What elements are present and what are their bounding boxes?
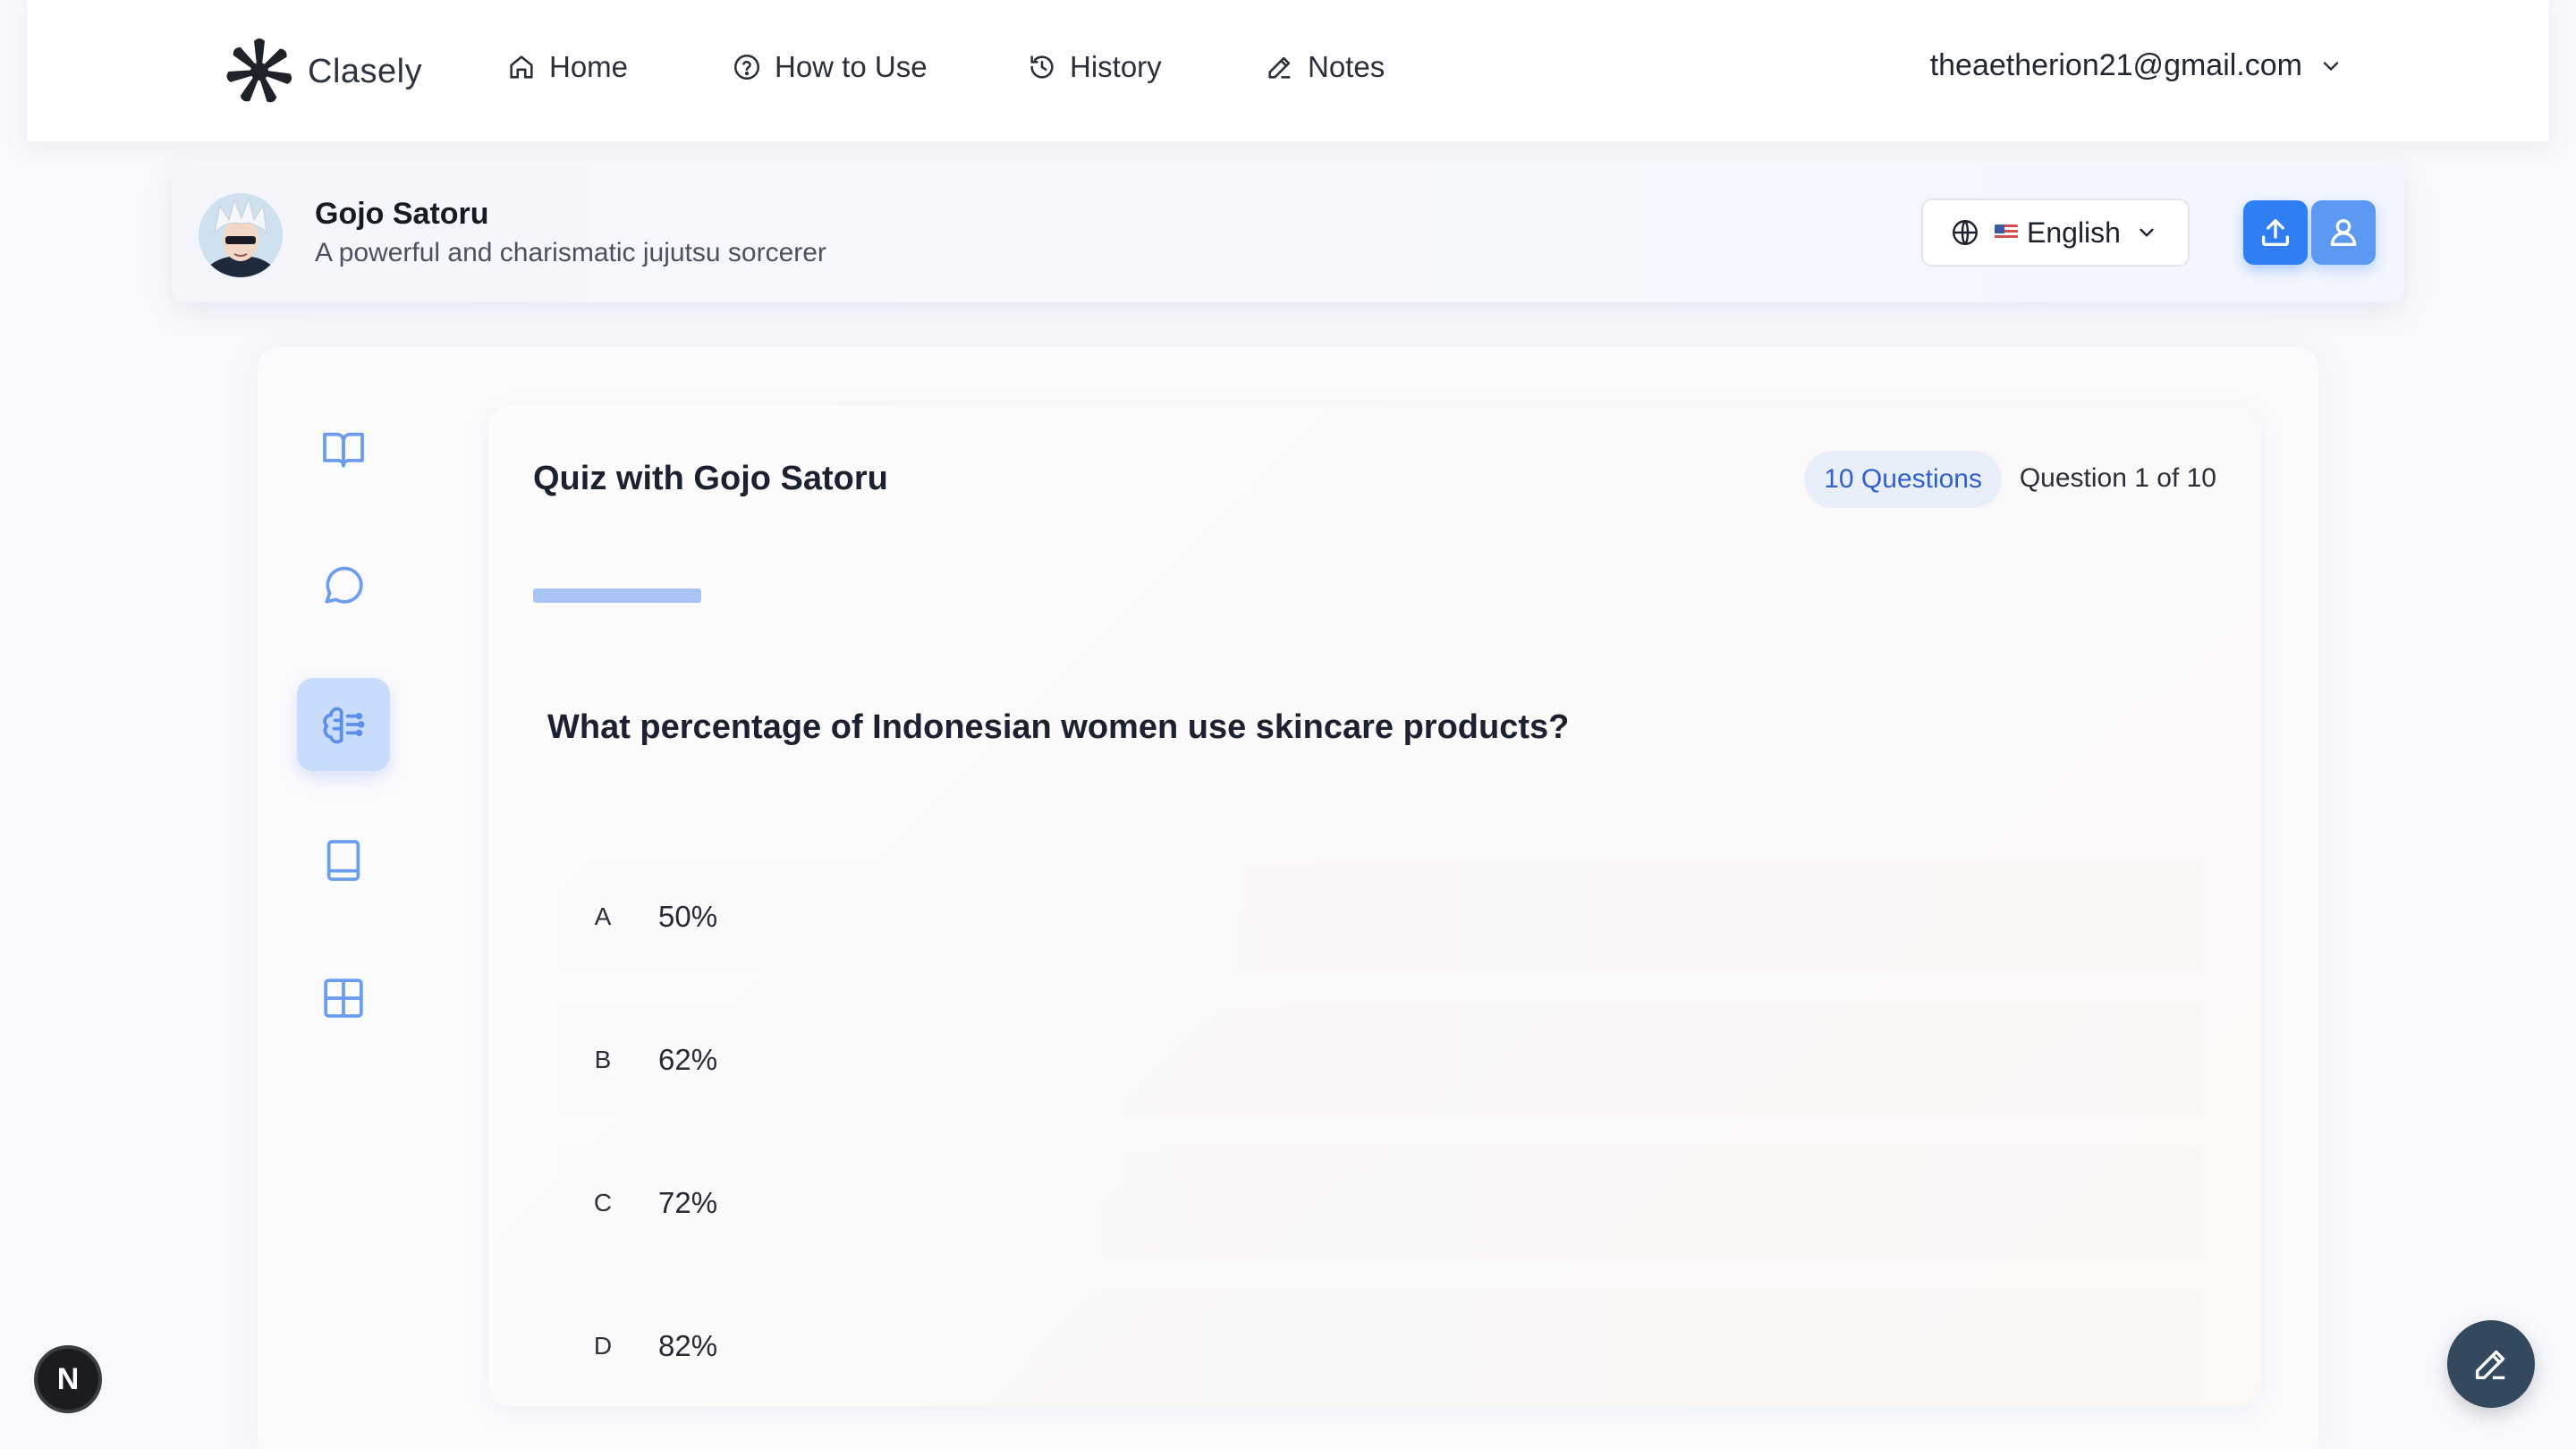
open-book-icon — [323, 432, 364, 468]
chevron-down-icon — [2140, 228, 2154, 237]
option-text: 72% — [658, 1186, 718, 1219]
brand[interactable]: Clasely — [222, 34, 422, 109]
dev-tools-button[interactable]: N — [34, 1345, 102, 1413]
quiz-title: Quiz with Gojo Satoru — [533, 460, 888, 497]
brand-name: Clasely — [308, 52, 423, 90]
option-text: 50% — [658, 900, 718, 933]
chevron-down-icon — [2323, 61, 2339, 71]
quiz-progress-bar — [533, 589, 701, 603]
help-circle-icon — [733, 54, 760, 80]
character-avatar-icon — [199, 193, 283, 277]
top-navigation: Clasely Home How to Use History Notes th… — [27, 0, 2549, 141]
option-text: 82% — [658, 1329, 718, 1362]
account-email: theaetherion21@gmail.com — [1929, 48, 2302, 82]
sidebar-item-quiz[interactable] — [297, 678, 390, 771]
sidebar-item-chat[interactable] — [297, 538, 390, 631]
pencil-icon — [1268, 56, 1291, 79]
character-name: Gojo Satoru — [315, 197, 489, 231]
character-header: Gojo Satoru A powerful and charismatic j… — [172, 161, 2404, 302]
sidebar-item-grid[interactable] — [297, 952, 390, 1045]
nav-notes[interactable]: Notes — [1265, 50, 1385, 84]
nav-how-to-use-label: How to Use — [775, 50, 928, 83]
nav-home-label: Home — [549, 50, 629, 83]
nav-notes-label: Notes — [1308, 50, 1385, 83]
answer-option-a[interactable]: A 50% — [547, 860, 2202, 973]
home-icon — [510, 55, 533, 79]
nav-history[interactable]: History — [1027, 50, 1162, 84]
quiz-card: Quiz with Gojo Satoru 10 Questions Quest… — [488, 406, 2261, 1406]
notebook-icon — [326, 840, 360, 881]
quiz-progress-fill — [533, 589, 701, 603]
question-text: What percentage of Indonesian women use … — [547, 708, 1570, 746]
nav-home[interactable]: Home — [506, 50, 628, 84]
option-letter: D — [593, 1332, 613, 1360]
us-flag-icon — [1995, 225, 2018, 241]
sidebar-item-notebook[interactable] — [297, 814, 390, 907]
upload-icon — [2262, 219, 2289, 246]
question-position: Question 1 of 10 — [2019, 463, 2216, 493]
globe-icon — [1953, 220, 1978, 245]
history-icon — [1030, 55, 1054, 79]
profile-button[interactable] — [2311, 200, 2376, 265]
notes-fab-button[interactable] — [2447, 1320, 2535, 1408]
nav-how-to-use[interactable]: How to Use — [732, 50, 928, 84]
option-letter: B — [594, 1046, 612, 1073]
answer-option-c[interactable]: C 72% — [547, 1147, 2202, 1259]
option-letter: C — [593, 1189, 613, 1216]
upload-button[interactable] — [2243, 200, 2308, 265]
language-selector[interactable]: English — [1921, 199, 2190, 267]
pencil-icon — [2475, 1350, 2505, 1380]
questions-count-badge: 10 Questions — [1804, 451, 2002, 508]
avatar — [199, 193, 283, 277]
chat-bubble-icon — [325, 566, 363, 604]
brain-icon — [323, 707, 365, 744]
user-icon — [2330, 219, 2357, 246]
sidebar-item-read[interactable] — [297, 402, 390, 496]
account-menu[interactable]: theaetherion21@gmail.com — [1930, 48, 2343, 83]
answer-option-d[interactable]: D 82% — [547, 1290, 2202, 1402]
language-label: English — [2027, 216, 2121, 249]
grid-icon — [324, 979, 363, 1018]
character-description: A powerful and charismatic jujutsu sorce… — [315, 238, 826, 267]
dev-tools-letter: N — [56, 1361, 80, 1396]
nav-history-label: History — [1070, 50, 1162, 83]
main-panel: Quiz with Gojo Satoru 10 Questions Quest… — [258, 347, 2318, 1449]
option-letter: A — [594, 902, 612, 930]
option-text: 62% — [658, 1043, 718, 1076]
answer-option-b[interactable]: B 62% — [547, 1004, 2202, 1116]
clasely-logo-icon — [226, 38, 292, 103]
